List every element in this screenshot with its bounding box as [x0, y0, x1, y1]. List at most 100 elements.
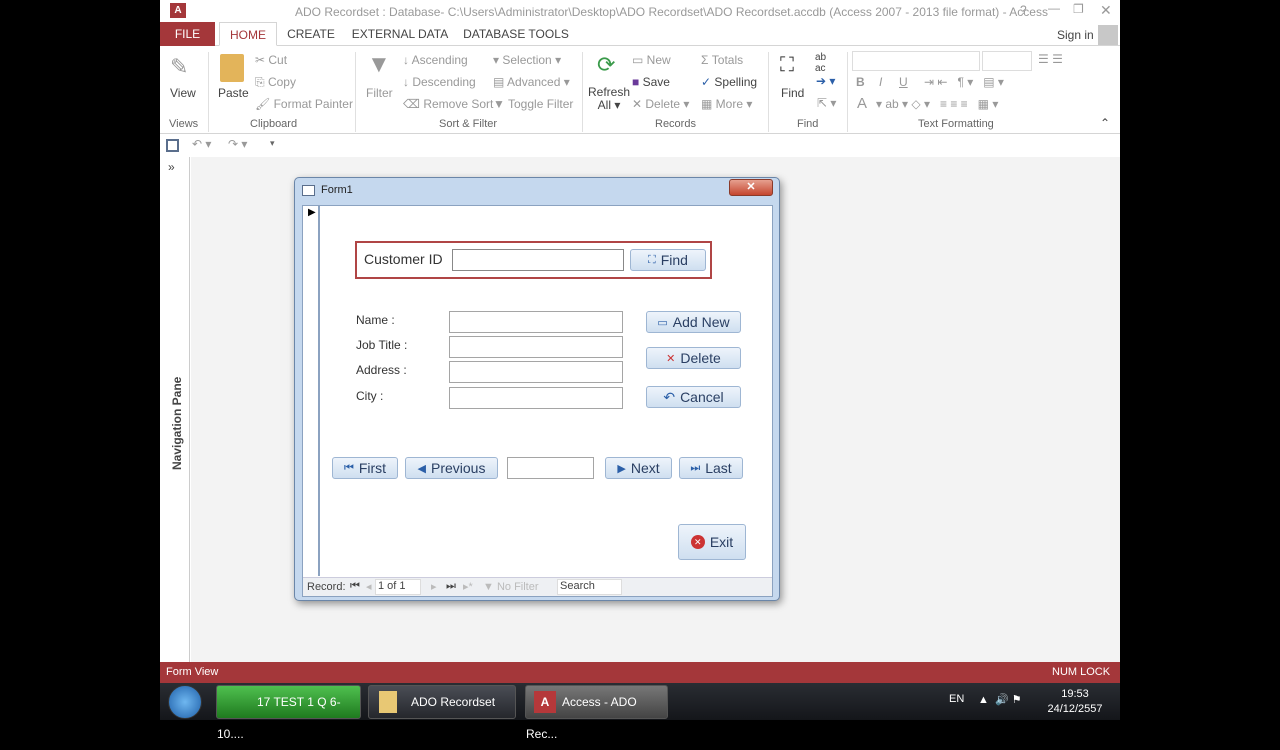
save-record-button[interactable]: ■ Save	[632, 75, 670, 89]
new-record-button[interactable]: ▭ New	[632, 53, 671, 67]
language-indicator[interactable]: EN	[949, 693, 964, 705]
new-record-icon[interactable]: ▸*	[463, 580, 473, 593]
prev-record-icon[interactable]: ◂	[366, 580, 372, 593]
undo-icon[interactable]: ↶ ▾	[192, 137, 211, 151]
help-icon[interactable]: ?	[1020, 3, 1027, 17]
current-record-input[interactable]: 1 of 1	[375, 579, 421, 595]
binoculars-icon: ⛶	[648, 253, 656, 266]
redo-icon[interactable]: ↷ ▾	[228, 137, 247, 151]
customize-qat-icon[interactable]: ▾	[270, 138, 275, 149]
start-button[interactable]	[168, 685, 202, 719]
sign-in-link[interactable]: Sign in	[1057, 28, 1094, 42]
record-selector[interactable]: ▶	[303, 206, 320, 576]
italic-button[interactable]: I	[879, 75, 882, 89]
name-input[interactable]	[449, 311, 623, 333]
last-button[interactable]: ⏭ Last	[679, 457, 743, 479]
address-input[interactable]	[449, 361, 623, 383]
previous-button[interactable]: ◀ Previous	[405, 457, 498, 479]
spelling-button[interactable]: ✓ Spelling	[701, 75, 757, 89]
city-input[interactable]	[449, 387, 623, 409]
replace-icon[interactable]: ab ac	[815, 52, 826, 74]
first-record-icon[interactable]: ⏮	[350, 580, 360, 593]
tab-home[interactable]: HOME	[219, 22, 277, 46]
font-color-button[interactable]: A	[857, 95, 867, 112]
cut-button[interactable]: ✂ Cut	[255, 53, 287, 67]
underline-button[interactable]: U	[899, 75, 908, 89]
more-button[interactable]: ▦ More ▾	[701, 97, 752, 111]
taskbar-item-video[interactable]: 17 TEST 1 Q 6-10....	[216, 685, 361, 741]
last-record-icon[interactable]: ⏭	[446, 580, 456, 593]
descending-button[interactable]: ↓ Descending	[403, 75, 476, 89]
delete-record-button[interactable]: ✕ Delete ▾	[632, 97, 689, 111]
close-icon[interactable]: ✕	[1100, 2, 1112, 19]
find-button[interactable]: ⛶ Find	[630, 249, 706, 271]
last-icon: ⏭	[690, 461, 701, 474]
cancel-button[interactable]: ↶ Cancel	[646, 386, 741, 408]
find-label: Find	[660, 252, 688, 268]
access-icon: A	[534, 691, 556, 713]
format-painter-label: Format Painter	[273, 97, 353, 111]
font-size-dropdown[interactable]	[982, 51, 1032, 71]
collapse-ribbon-icon[interactable]: ⌃	[1100, 116, 1110, 130]
record-position-input[interactable]	[507, 457, 594, 479]
delete-button[interactable]: ✕ Delete	[646, 347, 741, 369]
toggle-filter-button[interactable]: ▼ Toggle Filter	[493, 97, 573, 111]
list-icons[interactable]: ☰ ☰	[1038, 52, 1063, 66]
bold-button[interactable]: B	[856, 75, 865, 89]
indent-icons[interactable]: ⇥ ⇤ ¶ ▾ ▤ ▾	[924, 75, 1004, 89]
paste-button[interactable]: Paste	[218, 86, 249, 100]
next-record-icon[interactable]: ▸	[431, 580, 437, 593]
next-icon: ▶	[617, 462, 626, 475]
tab-file[interactable]: FILE	[160, 22, 215, 46]
tab-create[interactable]: CREATE	[282, 22, 340, 46]
job-title-input[interactable]	[449, 336, 623, 358]
form-close-button[interactable]: ✕	[729, 179, 773, 196]
minimize-icon[interactable]: —	[1048, 1, 1060, 15]
select-icon[interactable]: ⇱ ▾	[817, 96, 836, 110]
taskbar-item-folder[interactable]: ADO Recordset	[368, 685, 516, 719]
font-name-dropdown[interactable]	[852, 51, 980, 71]
copy-button[interactable]: ⎘ Copy	[255, 75, 296, 90]
tab-external-data[interactable]: EXTERNAL DATA	[350, 22, 450, 46]
avatar[interactable]	[1098, 25, 1118, 45]
previous-label: Previous	[431, 460, 486, 476]
tab-database-tools[interactable]: DATABASE TOOLS	[460, 22, 572, 46]
highlight-icons[interactable]: ▾ ab ▾ ◇ ▾ ≡ ≡ ≡ ▦ ▾	[876, 97, 998, 111]
form-body: ▶ Customer ID ⛶ Find Name : Job Title : A…	[302, 205, 773, 597]
navigation-pane[interactable]: » Navigation Pane	[160, 157, 190, 662]
save-icon[interactable]	[166, 139, 179, 152]
filter-icon: ▼	[367, 51, 391, 78]
refresh-all-button[interactable]: Refresh All ▾	[588, 86, 630, 112]
tray-icons[interactable]: ▲ 🔊 ⚑	[978, 693, 1022, 706]
form-icon	[302, 185, 315, 196]
access-logo-icon: A	[170, 3, 186, 18]
advanced-button[interactable]: ▤ Advanced ▾	[493, 75, 570, 89]
ascending-button[interactable]: ↓ Ascending	[403, 53, 468, 67]
taskbar-item-label: 17 TEST 1 Q 6-10....	[217, 695, 341, 741]
view-button[interactable]: View	[170, 86, 196, 100]
add-new-button[interactable]: ▭ Add New	[646, 311, 741, 333]
selection-button[interactable]: ▾ Selection ▾	[493, 53, 561, 67]
search-input[interactable]: Search	[557, 579, 622, 595]
nav-pane-toggle[interactable]: »	[168, 160, 175, 174]
cut-label: Cut	[268, 53, 288, 67]
taskbar-item-access[interactable]: A Access - ADO Rec...	[525, 685, 668, 741]
format-painter-button[interactable]: 🖌 Format Painter	[255, 97, 353, 111]
clock[interactable]: 19:53 24/12/2557	[1040, 687, 1110, 717]
totals-button[interactable]: Σ Totals	[701, 53, 743, 67]
restore-icon[interactable]: ❐	[1073, 2, 1084, 16]
find-button[interactable]: Find	[781, 86, 804, 100]
remove-sort-button[interactable]: ⌫ Remove Sort	[403, 97, 493, 111]
group-sort-filter: Sort & Filter	[439, 118, 498, 130]
no-filter-button[interactable]: ▼ No Filter	[483, 581, 539, 593]
new-label: New	[646, 53, 671, 67]
filter-button[interactable]: Filter	[366, 86, 393, 100]
group-records: Records	[655, 118, 696, 130]
customer-id-input[interactable]	[452, 249, 624, 271]
next-button[interactable]: ▶ Next	[605, 457, 672, 479]
address-label: Address :	[356, 363, 407, 377]
first-button[interactable]: ⏮ First	[332, 457, 398, 479]
folder-icon	[379, 691, 397, 713]
exit-button[interactable]: ✕ Exit	[678, 524, 746, 560]
goto-icon[interactable]: ➔ ▾	[816, 74, 835, 88]
